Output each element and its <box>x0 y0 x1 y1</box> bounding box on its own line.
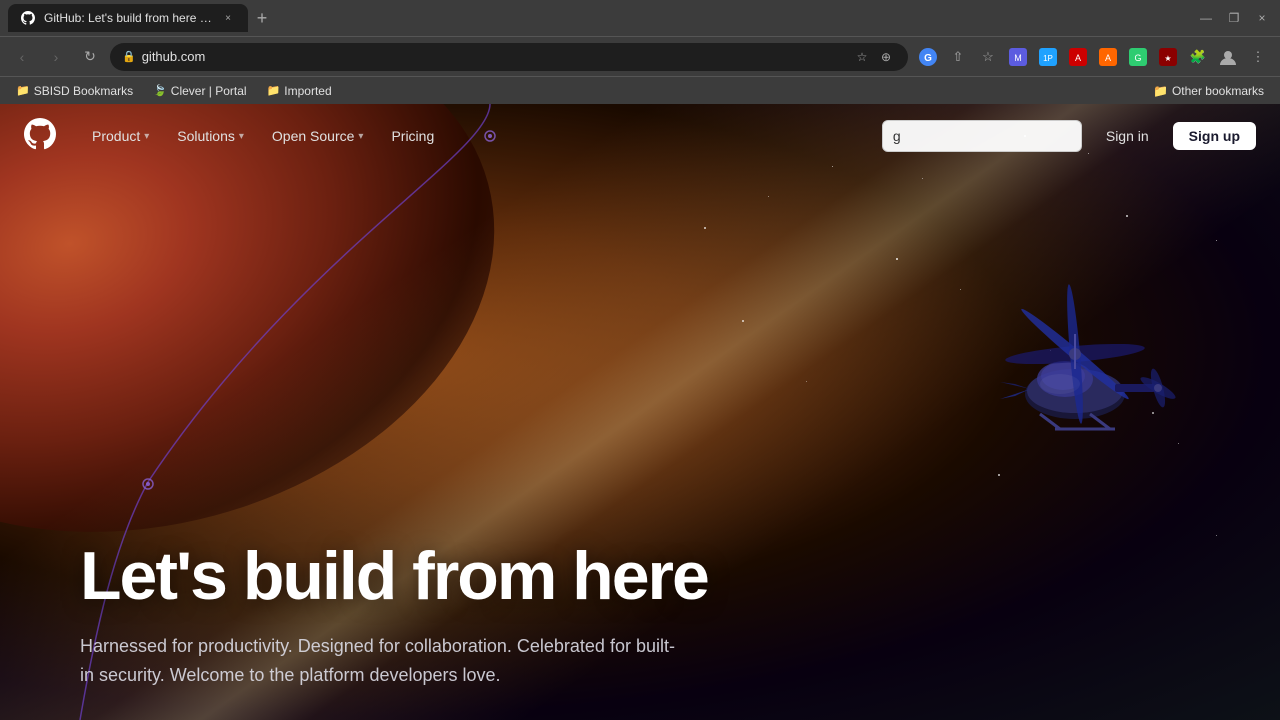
browser-toolbar: G ⇧ ☆ M 1P A <box>914 43 1272 71</box>
search-box[interactable] <box>882 120 1082 152</box>
tab-close-button[interactable]: × <box>220 10 236 26</box>
more-options-icon[interactable]: ⋮ <box>1244 43 1272 71</box>
bookmark-clever[interactable]: 🍃 Clever | Portal <box>145 82 255 100</box>
reload-button[interactable]: ↻ <box>76 43 104 71</box>
github-logo[interactable] <box>24 118 56 155</box>
folder-icon-other: 📁 <box>1153 84 1168 98</box>
bookmark-clever-label: Clever | Portal <box>171 84 247 98</box>
nav-item-pricing[interactable]: Pricing <box>379 122 446 150</box>
nav-pricing-label: Pricing <box>391 128 434 144</box>
hero-subtitle: Harnessed for productivity. Designed for… <box>80 632 680 690</box>
signup-button[interactable]: Sign up <box>1173 122 1256 150</box>
bookmark-imported-label: Imported <box>284 84 331 98</box>
extensions-icon[interactable]: ⊕ <box>876 50 896 64</box>
nav-item-opensource[interactable]: Open Source ▾ <box>260 122 376 150</box>
window-controls: — ❐ × <box>1196 11 1272 25</box>
chevron-down-icon-solutions: ▾ <box>239 131 244 142</box>
ext-icon-5[interactable]: G <box>1124 43 1152 71</box>
svg-text:A: A <box>1105 53 1111 63</box>
svg-text:M: M <box>1014 53 1022 63</box>
bookmarks-bar: 📁 SBISD Bookmarks 🍃 Clever | Portal 📁 Im… <box>0 76 1280 104</box>
nav-product-label: Product <box>92 128 140 144</box>
clever-icon: 🍃 <box>153 84 167 97</box>
search-input[interactable] <box>893 128 1071 144</box>
profile-icon[interactable] <box>1214 43 1242 71</box>
back-button[interactable]: ‹ <box>8 43 36 71</box>
nav-opensource-label: Open Source <box>272 128 355 144</box>
bookmark-sbisd[interactable]: 📁 SBISD Bookmarks <box>8 82 141 100</box>
extensions-puzzle-icon[interactable]: 🧩 <box>1184 43 1212 71</box>
nav-item-product[interactable]: Product ▾ <box>80 122 161 150</box>
lock-icon: 🔒 <box>122 50 136 63</box>
github-page: Product ▾ Solutions ▾ Open Source ▾ Pric… <box>0 104 1280 720</box>
tab-bar: GitHub: Let's build from here · G × + <box>8 0 1192 36</box>
svg-text:A: A <box>1075 53 1081 63</box>
google-account-icon[interactable]: G <box>914 43 942 71</box>
github-navbar: Product ▾ Solutions ▾ Open Source ▾ Pric… <box>0 104 1280 168</box>
active-tab[interactable]: GitHub: Let's build from here · G × <box>8 4 248 32</box>
signin-link[interactable]: Sign in <box>1094 122 1161 150</box>
hero-title: Let's build from here <box>80 541 708 612</box>
gh-nav-right: Sign in Sign up <box>882 120 1256 152</box>
new-tab-button[interactable]: + <box>248 4 276 32</box>
svg-text:G: G <box>924 53 932 64</box>
svg-text:★: ★ <box>1164 54 1171 63</box>
folder-icon-sbisd: 📁 <box>16 84 30 97</box>
gh-nav-links: Product ▾ Solutions ▾ Open Source ▾ Pric… <box>80 122 446 150</box>
drone-svg <box>950 264 1200 464</box>
close-window-button[interactable]: × <box>1252 11 1272 25</box>
svg-text:G: G <box>1134 53 1141 63</box>
ext-icon-3[interactable]: A <box>1064 43 1092 71</box>
favorites-icon[interactable]: ☆ <box>974 43 1002 71</box>
ext-icon-1[interactable]: M <box>1004 43 1032 71</box>
nav-item-solutions[interactable]: Solutions ▾ <box>165 122 256 150</box>
other-bookmarks-label: Other bookmarks <box>1172 84 1264 98</box>
nav-bar: ‹ › ↻ 🔒 github.com ☆ ⊕ G ⇧ ☆ <box>0 36 1280 76</box>
bookmark-sbisd-label: SBISD Bookmarks <box>34 84 133 98</box>
share-icon[interactable]: ⇧ <box>944 43 972 71</box>
address-icons: ☆ ⊕ <box>852 50 896 64</box>
maximize-button[interactable]: ❐ <box>1224 11 1244 25</box>
tab-favicon <box>20 10 36 26</box>
address-bar[interactable]: 🔒 github.com ☆ ⊕ <box>110 43 908 71</box>
tab-title: GitHub: Let's build from here · G <box>44 11 212 25</box>
browser-chrome: GitHub: Let's build from here · G × + — … <box>0 0 1280 104</box>
minimize-button[interactable]: — <box>1196 11 1216 25</box>
forward-button[interactable]: › <box>42 43 70 71</box>
other-bookmarks[interactable]: 📁 Other bookmarks <box>1145 82 1272 100</box>
folder-icon-imported: 📁 <box>267 84 281 97</box>
chevron-down-icon-opensource: ▾ <box>358 131 363 142</box>
chevron-down-icon-product: ▾ <box>144 131 149 142</box>
drone-illustration <box>950 264 1200 464</box>
bookmark-star-icon[interactable]: ☆ <box>852 50 872 64</box>
title-bar: GitHub: Let's build from here · G × + — … <box>0 0 1280 36</box>
bookmark-imported[interactable]: 📁 Imported <box>259 82 340 100</box>
nav-solutions-label: Solutions <box>177 128 235 144</box>
address-text: github.com <box>142 49 846 64</box>
svg-text:1P: 1P <box>1043 54 1053 63</box>
hero-content: Let's build from here Harnessed for prod… <box>80 541 708 690</box>
ext-icon-2[interactable]: 1P <box>1034 43 1062 71</box>
ext-icon-4[interactable]: A <box>1094 43 1122 71</box>
ext-icon-6[interactable]: ★ <box>1154 43 1182 71</box>
